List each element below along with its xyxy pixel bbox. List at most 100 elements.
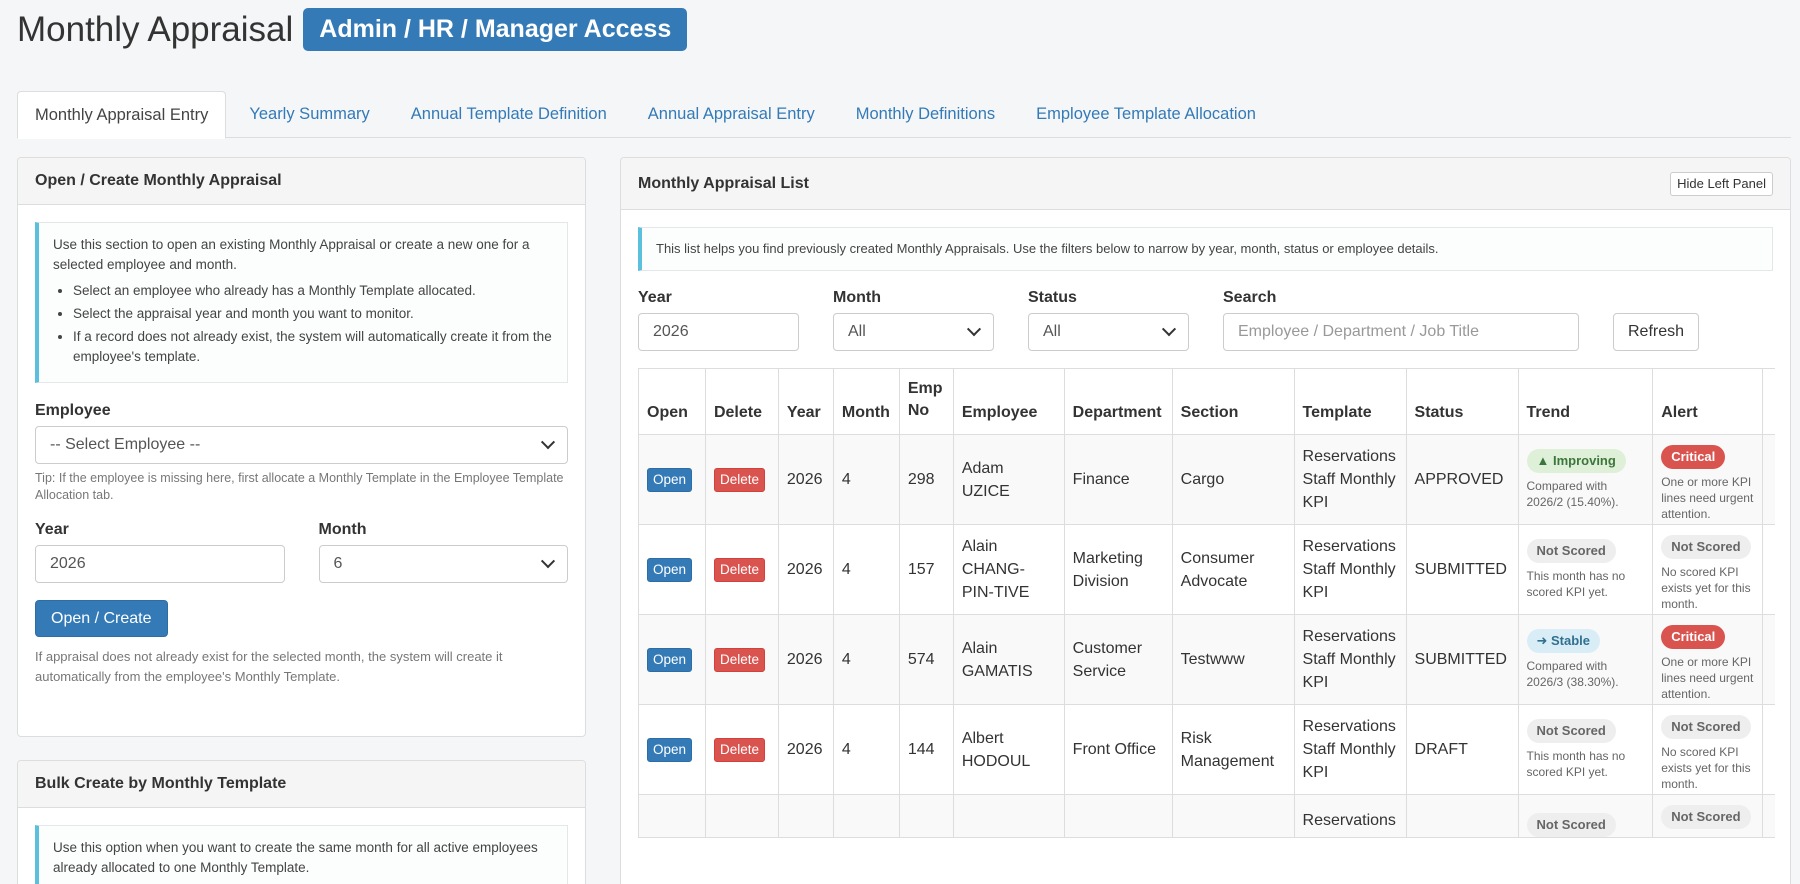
department-cell: Customer Service [1063, 614, 1173, 705]
table-wrapper: Open Delete Year Month Emp No Employee D… [638, 368, 1775, 838]
trend-note: This month has no scored KPI yet. [1526, 749, 1626, 779]
trend-badge: ▲ Improving [1526, 449, 1626, 473]
section-cell: Testwww [1171, 614, 1295, 705]
extra-cell [1761, 524, 1775, 615]
appraisal-list-heading: Monthly Appraisal List Hide Left Panel [621, 158, 1790, 210]
extra-cell [1761, 704, 1775, 795]
extra-cell [1761, 434, 1775, 525]
delete-row-button[interactable]: Delete [713, 737, 765, 762]
status-cell: SUBMITTED [1405, 524, 1519, 615]
department-cell: Marketing Division [1063, 524, 1173, 615]
page: Monthly Appraisal Admin / HR / Manager A… [0, 0, 1800, 884]
alert-badge: Not Scored [1661, 535, 1751, 559]
alert-badge: Critical [1661, 625, 1726, 649]
column-header: Delete [704, 368, 779, 435]
open-cell: Open [638, 614, 706, 705]
open-create-footer-note: If appraisal does not already exist for … [35, 649, 503, 684]
delete-row-button[interactable]: Delete [713, 647, 765, 672]
info-item: Select the appraisal year and month you … [73, 304, 553, 324]
tab-annual-appraisal-entry[interactable]: Annual Appraisal Entry [630, 91, 833, 138]
trend-cell: ➜ Stable Compared with 2026/3 (38.30%). [1517, 614, 1654, 705]
year-cell: 2026 [777, 524, 834, 615]
bulk-create-panel: Bulk Create by Monthly Template Use this… [17, 760, 586, 884]
open-row-button[interactable]: Open [647, 557, 693, 582]
tab-yearly-summary[interactable]: Yearly Summary [231, 91, 387, 138]
extra-cell [1761, 614, 1775, 705]
alert-note: One or more KPI lines need urgent attent… [1661, 655, 1754, 701]
delete-row-button[interactable]: Delete [713, 467, 765, 492]
filter-month-label: Month [833, 289, 881, 306]
month-select[interactable]: 6 [318, 545, 568, 583]
table-row: Open Delete 2026 4 574 Alain GAMATIS Customer … [638, 614, 1775, 705]
open-row-button[interactable]: Open [647, 647, 693, 672]
bulk-create-info: Use this option when you want to create … [35, 825, 568, 884]
open-create-panel: Open / Create Monthly Appraisal Use this… [17, 157, 586, 737]
alert-note: No scored KPI exists yet for this month. [1661, 565, 1751, 611]
month-cell: 4 [832, 614, 900, 705]
tab-employee-template-allocation[interactable]: Employee Template Allocation [1018, 91, 1274, 138]
search-input[interactable] [1223, 313, 1579, 351]
column-header: Month [832, 368, 900, 435]
delete-cell: Delete [704, 434, 779, 525]
chevron-down-icon [966, 322, 982, 337]
open-row-button[interactable]: Open [647, 467, 693, 492]
employee-select[interactable]: -- Select Employee -- [35, 426, 568, 464]
alert-note: One or more KPI lines need urgent attent… [1661, 475, 1754, 521]
table-row: Open Delete 2026 4 157 Alain CHANG-PIN-TIVE Ma… [638, 524, 1775, 615]
trend-cell: Not Scored This month has no scored KPI y… [1517, 524, 1654, 615]
trend-badge: Not Scored [1526, 719, 1616, 743]
filter-month-value: All [848, 323, 866, 340]
open-create-info-list: Select an employee who already has a Mon… [53, 281, 553, 367]
table-row: Reservations Not Scored Not Scored [638, 794, 1775, 838]
appraisal-table: Open Delete Year Month Emp No Employee D… [638, 368, 1775, 838]
open-create-info: Use this section to open an existing Mon… [35, 222, 568, 383]
template-cell: Reservations Staff Monthly KPI [1293, 614, 1407, 705]
alert-note: No scored KPI exists yet for this month. [1661, 745, 1751, 791]
appraisal-list-info-text: This list helps you find previously crea… [656, 241, 1439, 256]
title-row: Monthly Appraisal Admin / HR / Manager A… [17, 8, 688, 51]
open-cell: Open [638, 704, 706, 795]
filter-status-label: Status [1028, 289, 1077, 306]
open-row-button[interactable]: Open [647, 737, 693, 762]
column-header: Year [777, 368, 834, 435]
alert-cell: Critical One or more KPI lines need urgen… [1652, 614, 1763, 705]
column-header: Department [1063, 368, 1173, 435]
filter-month-select[interactable]: All [833, 313, 994, 351]
filter-status-select[interactable]: All [1028, 313, 1189, 351]
appraisal-list-info: This list helps you find previously crea… [638, 227, 1773, 271]
table-row: Open Delete 2026 4 144 Albert HODOUL Front Off… [638, 704, 1775, 795]
emp-no-cell: 298 [898, 434, 954, 525]
column-header: Emp No [898, 368, 954, 435]
column-header: Alert [1652, 368, 1763, 435]
column-header: Status [1405, 368, 1519, 435]
delete-row-button[interactable]: Delete [713, 557, 765, 582]
trend-badge: ➜ Stable [1526, 629, 1601, 653]
delete-cell: Delete [704, 704, 779, 795]
info-item: If a record does not already exist, the … [73, 327, 553, 367]
bulk-create-heading: Bulk Create by Monthly Template [18, 761, 585, 808]
alert-cell: Not Scored No scored KPI exists yet for t… [1652, 704, 1763, 795]
month-cell: 4 [832, 524, 900, 615]
hide-left-panel-button[interactable]: Hide Left Panel [1670, 171, 1773, 196]
filter-status-value: All [1043, 323, 1061, 340]
tab-monthly-appraisal-entry[interactable]: Monthly Appraisal Entry [17, 91, 227, 139]
year-input[interactable] [35, 545, 285, 583]
open-create-button[interactable]: Open / Create [35, 600, 168, 637]
chevron-down-icon [540, 554, 556, 569]
template-cell: Reservations Staff Monthly KPI [1293, 704, 1407, 795]
month-label: Month [318, 521, 367, 538]
employee-label: Employee [35, 402, 111, 419]
tab-annual-template-definition[interactable]: Annual Template Definition [393, 91, 625, 138]
delete-cell: Delete [704, 614, 779, 705]
alert-badge: Not Scored [1661, 805, 1751, 829]
refresh-button[interactable]: Refresh [1613, 313, 1700, 351]
column-header: Trend [1517, 368, 1654, 435]
tab-monthly-definitions[interactable]: Monthly Definitions [838, 91, 1013, 138]
tab-bar: Monthly Appraisal Entry Yearly Summary A… [17, 91, 1791, 139]
section-cell: Consumer Advocate [1171, 524, 1295, 615]
filter-year-input[interactable] [638, 313, 799, 351]
year-label: Year [35, 521, 69, 538]
emp-no-cell: 144 [898, 704, 954, 795]
trend-cell: ▲ Improving Compared with 2026/2 (15.40%)… [1517, 434, 1654, 525]
bulk-create-info-text: Use this option when you want to create … [53, 840, 538, 875]
